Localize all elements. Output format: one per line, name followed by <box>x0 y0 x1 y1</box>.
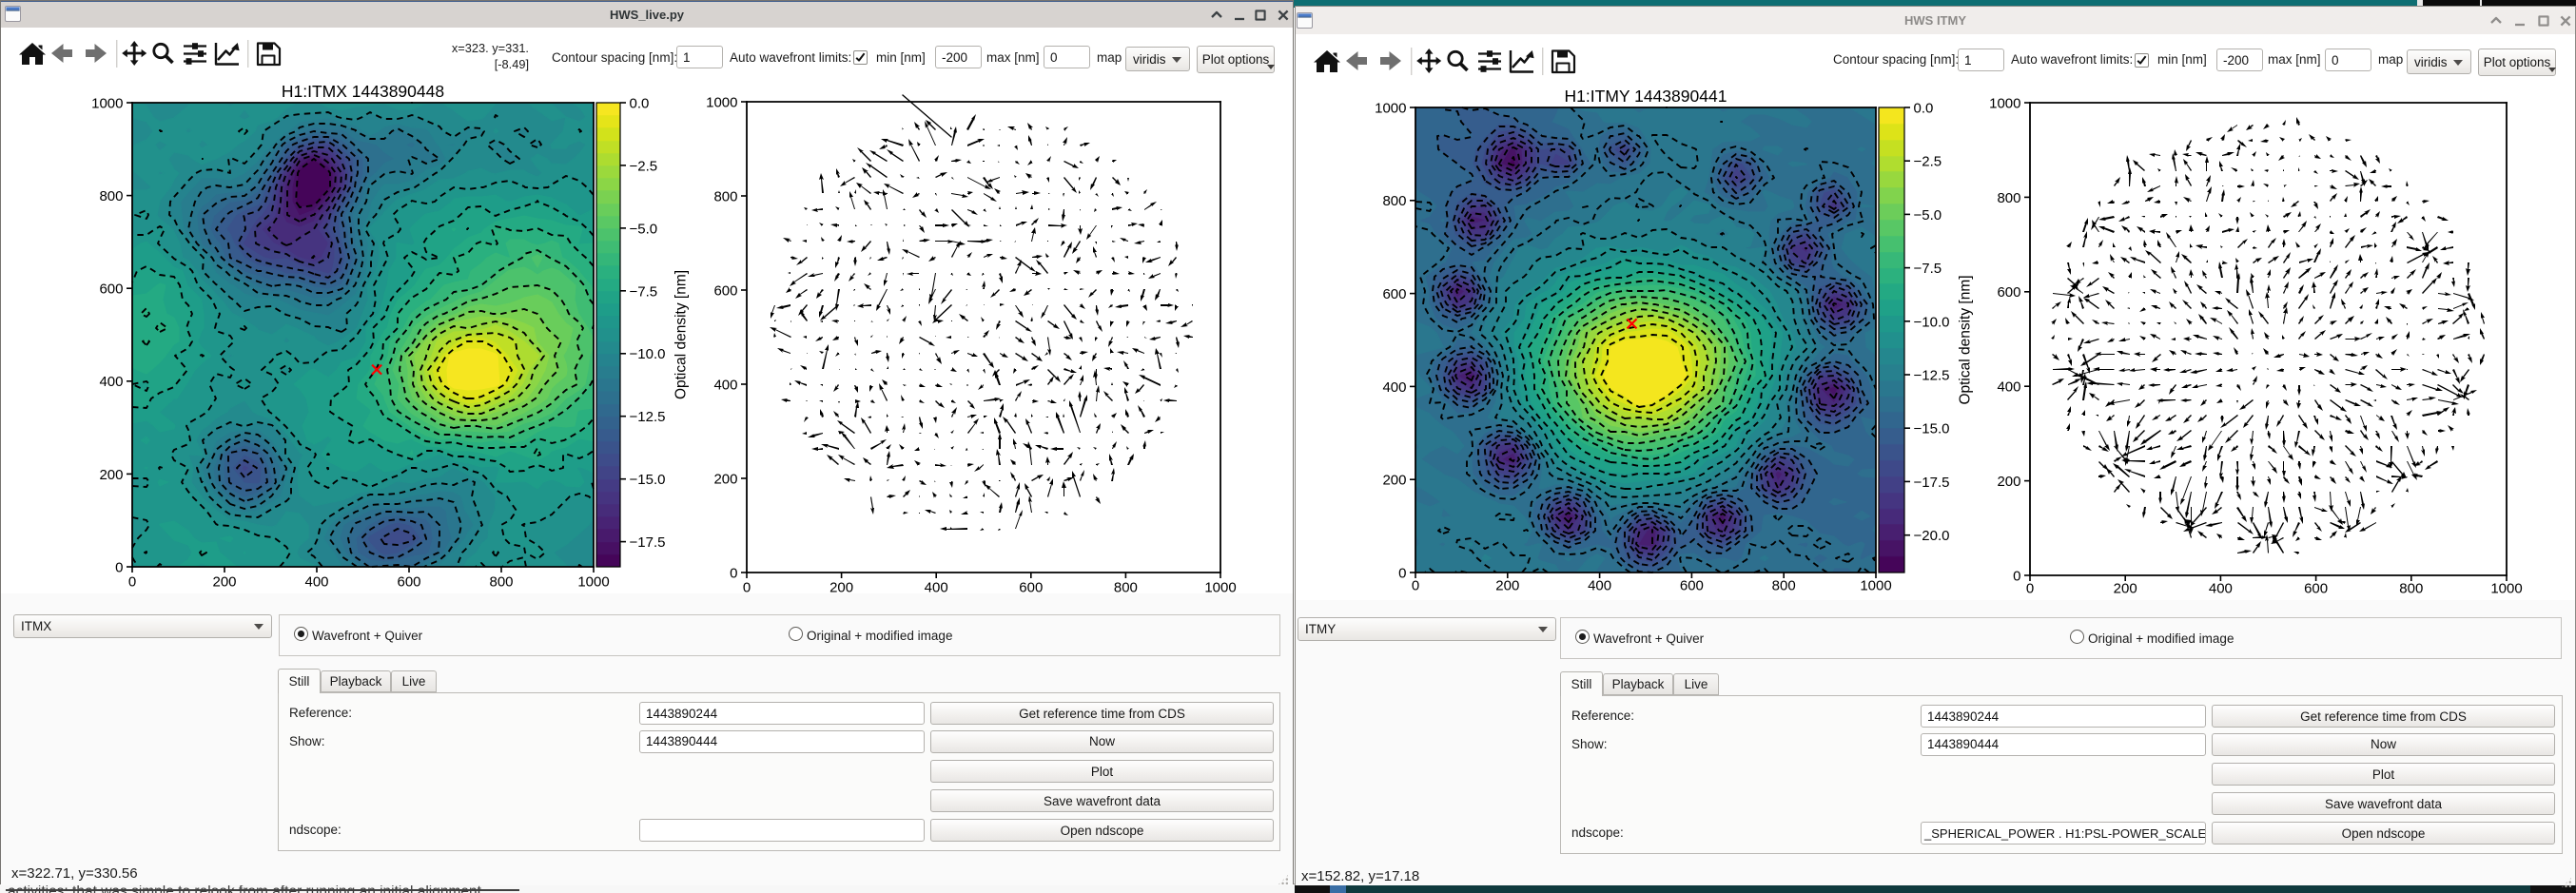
svg-text:400: 400 <box>713 377 737 393</box>
svg-text:1000: 1000 <box>2490 580 2522 596</box>
svg-text:600: 600 <box>397 573 420 590</box>
svg-text:800: 800 <box>1997 190 2020 206</box>
svg-text:0.0: 0.0 <box>630 95 650 111</box>
svg-text:0: 0 <box>2026 580 2034 596</box>
svg-text:200: 200 <box>99 467 123 483</box>
svg-text:1000: 1000 <box>1375 100 1406 116</box>
svg-text:200: 200 <box>2114 580 2137 596</box>
svg-text:800: 800 <box>99 188 123 204</box>
svg-text:0: 0 <box>743 579 751 593</box>
svg-text:400: 400 <box>1588 577 1611 593</box>
svg-text:600: 600 <box>2304 580 2328 596</box>
svg-text:0: 0 <box>115 559 123 575</box>
svg-text:1000: 1000 <box>1989 95 2020 111</box>
svg-text:−15.0: −15.0 <box>630 472 666 488</box>
svg-text:800: 800 <box>1772 577 1796 593</box>
svg-text:600: 600 <box>713 282 737 299</box>
svg-text:−10.0: −10.0 <box>630 346 666 362</box>
svg-text:−2.5: −2.5 <box>630 158 658 174</box>
svg-text:600: 600 <box>1997 284 2020 301</box>
svg-text:−17.5: −17.5 <box>630 534 666 551</box>
svg-text:800: 800 <box>489 573 513 590</box>
svg-text:Optical density [nm]: Optical density [nm] <box>673 270 690 399</box>
svg-text:H1:ITMX 1443890448: H1:ITMX 1443890448 <box>282 82 444 101</box>
svg-text:400: 400 <box>1382 379 1406 396</box>
svg-text:Optical density [nm]: Optical density [nm] <box>1958 275 1974 404</box>
svg-text:−7.5: −7.5 <box>1914 261 1942 277</box>
svg-text:400: 400 <box>304 573 328 590</box>
svg-text:−17.5: −17.5 <box>1914 475 1950 491</box>
svg-text:200: 200 <box>829 579 853 593</box>
svg-text:200: 200 <box>1997 474 2020 490</box>
svg-text:200: 200 <box>212 573 236 590</box>
svg-text:400: 400 <box>1997 379 2020 396</box>
svg-text:0: 0 <box>730 565 737 581</box>
svg-text:0: 0 <box>1398 565 1406 581</box>
svg-text:−12.5: −12.5 <box>1914 368 1950 384</box>
svg-text:−12.5: −12.5 <box>630 409 666 425</box>
svg-text:600: 600 <box>1019 579 1043 593</box>
svg-text:−2.5: −2.5 <box>1914 154 1942 170</box>
svg-text:600: 600 <box>1382 286 1406 302</box>
svg-text:200: 200 <box>1382 473 1406 489</box>
svg-text:0: 0 <box>2013 568 2020 584</box>
svg-text:1000: 1000 <box>1860 577 1891 593</box>
svg-text:400: 400 <box>925 579 948 593</box>
svg-text:1000: 1000 <box>1204 579 1236 593</box>
svg-text:−5.0: −5.0 <box>630 221 658 237</box>
svg-text:400: 400 <box>99 374 123 390</box>
svg-text:1000: 1000 <box>577 573 609 590</box>
svg-text:800: 800 <box>1114 579 1138 593</box>
svg-text:−20.0: −20.0 <box>1914 528 1950 544</box>
svg-text:1000: 1000 <box>706 94 737 110</box>
svg-text:1000: 1000 <box>91 95 123 111</box>
svg-text:0: 0 <box>1412 577 1419 593</box>
svg-text:600: 600 <box>99 281 123 298</box>
svg-text:−5.0: −5.0 <box>1914 207 1942 223</box>
svg-text:400: 400 <box>2209 580 2233 596</box>
svg-text:−15.0: −15.0 <box>1914 421 1950 437</box>
svg-text:800: 800 <box>2399 580 2423 596</box>
svg-text:200: 200 <box>713 471 737 487</box>
svg-text:600: 600 <box>1680 577 1704 593</box>
svg-text:800: 800 <box>1382 193 1406 209</box>
svg-text:0: 0 <box>128 573 136 590</box>
svg-text:200: 200 <box>1495 577 1519 593</box>
svg-text:−7.5: −7.5 <box>630 283 658 300</box>
svg-text:0.0: 0.0 <box>1914 100 1934 116</box>
svg-text:H1:ITMY 1443890441: H1:ITMY 1443890441 <box>1565 87 1727 106</box>
svg-text:−10.0: −10.0 <box>1914 314 1950 330</box>
svg-text:800: 800 <box>713 188 737 204</box>
